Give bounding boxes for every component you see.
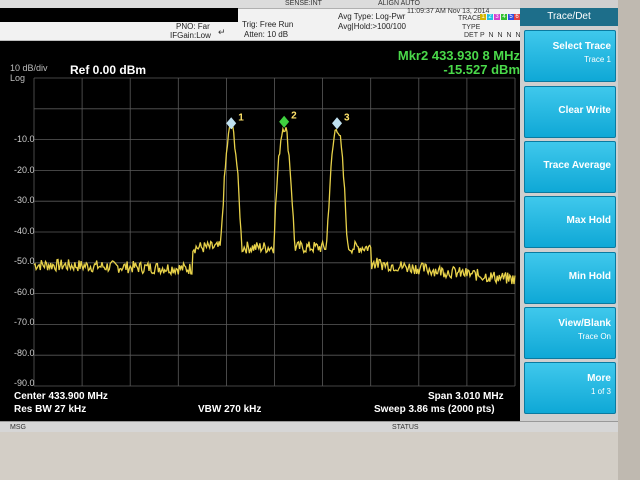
y-tick-label: -40.0 xyxy=(14,225,35,236)
instrument-bottom-bezel xyxy=(0,432,618,480)
avg-type-text: Avg Type: Log-Pwr xyxy=(338,12,406,21)
trace-label: TRACE xyxy=(458,15,482,22)
trace-average-key[interactable]: Trace Average xyxy=(524,141,616,193)
y-tick-label: -30.0 xyxy=(14,195,35,205)
msg-label: MSG xyxy=(10,424,26,431)
marker-3-label: 3 xyxy=(344,112,350,123)
min-hold-key[interactable]: Min Hold xyxy=(524,252,616,304)
clear-write-key[interactable]: Clear Write xyxy=(524,86,616,138)
y-tick-label: -80.0 xyxy=(14,347,35,358)
y-tick-label: -10.0 xyxy=(14,134,35,144)
softkey-label: Max Hold xyxy=(566,215,611,226)
y-tick-label: -20.0 xyxy=(14,164,35,175)
trace-2-box: 2 xyxy=(487,14,493,20)
view-blank-key[interactable]: View/Blank Trace On xyxy=(524,307,616,359)
analyzer-screen: SENSE:INT ALIGN AUTO PNO: Far IFGain:Low… xyxy=(0,0,618,432)
pno-text: PNO: Far xyxy=(176,22,210,31)
softkey-sublabel: Trace 1 xyxy=(584,55,611,64)
softkey-menu-title: Trace/Det xyxy=(520,8,618,26)
status-bar: MSG STATUS xyxy=(0,421,618,432)
softkey-sublabel: Trace On xyxy=(577,332,611,341)
center-freq: Center 433.900 MHz xyxy=(14,391,108,402)
spectrum-svg: 1 2 3 xyxy=(33,77,516,387)
trigger-arrow-icon: ↵ xyxy=(218,27,226,37)
status-label: STATUS xyxy=(392,424,419,431)
instrument-bezel xyxy=(618,0,640,480)
avg-hold-text: Avg|Hold:>100/100 xyxy=(338,22,406,31)
vbw: VBW 270 kHz xyxy=(198,404,262,415)
span: Span 3.010 MHz xyxy=(428,391,504,402)
marker-1-label: 1 xyxy=(238,112,244,123)
time-text: 11:09:37 AM Nov 13, 2014 xyxy=(407,8,490,15)
marker-3-diamond[interactable] xyxy=(332,117,343,130)
softkey-label: Select Trace xyxy=(552,41,611,52)
blacked-out-area xyxy=(0,8,238,22)
res-bw: Res BW 27 kHz xyxy=(14,404,87,415)
type-label: TYPE xyxy=(462,24,481,31)
y-tick-label: -90.0 xyxy=(14,378,35,388)
softkey-label: View/Blank xyxy=(558,318,611,329)
y-tick-label: -50.0 xyxy=(14,256,35,266)
trig-text: Trig: Free Run xyxy=(242,20,294,29)
softkey-label: Min Hold xyxy=(568,271,611,282)
markers-group: 1 2 3 xyxy=(226,111,350,130)
det-label: DET xyxy=(464,32,478,39)
sense-text: SENSE:INT xyxy=(285,0,322,7)
y-tick-label: -60.0 xyxy=(14,286,35,297)
trace-4-box: 4 xyxy=(501,14,507,20)
softkey-label: Trace Average xyxy=(543,160,611,171)
marker-2-label: 2 xyxy=(291,111,297,122)
align-text: ALIGN AUTO xyxy=(378,0,420,7)
select-trace-key[interactable]: Select Trace Trace 1 xyxy=(524,30,616,82)
marker-1-diamond[interactable] xyxy=(226,117,237,130)
softkey-label: Clear Write xyxy=(558,105,611,116)
softkey-sublabel: 1 of 3 xyxy=(590,387,611,396)
header-bar: SENSE:INT ALIGN AUTO PNO: Far IFGain:Low… xyxy=(0,0,530,41)
max-hold-key[interactable]: Max Hold xyxy=(524,196,616,248)
marker-2-diamond[interactable] xyxy=(279,115,290,128)
atten-text: Atten: 10 dB xyxy=(244,30,289,39)
y-tick-label: -70.0 xyxy=(14,317,35,327)
sweep: Sweep 3.86 ms (2000 pts) xyxy=(374,404,495,415)
more-key[interactable]: More 1 of 3 xyxy=(524,362,616,414)
softkey-panel: Trace/Det Select Trace Trace 1 Clear Write… xyxy=(520,0,618,421)
trace-3-box: 3 xyxy=(494,14,500,20)
spectrum-plot[interactable]: 10 dB/div Log Ref 0.00 dBm Mkr2 433.930 … xyxy=(0,41,520,421)
softkey-label: More xyxy=(587,373,611,384)
trace-1-box: 1 xyxy=(480,14,486,20)
ifgain-text: IFGain:Low xyxy=(170,31,211,40)
